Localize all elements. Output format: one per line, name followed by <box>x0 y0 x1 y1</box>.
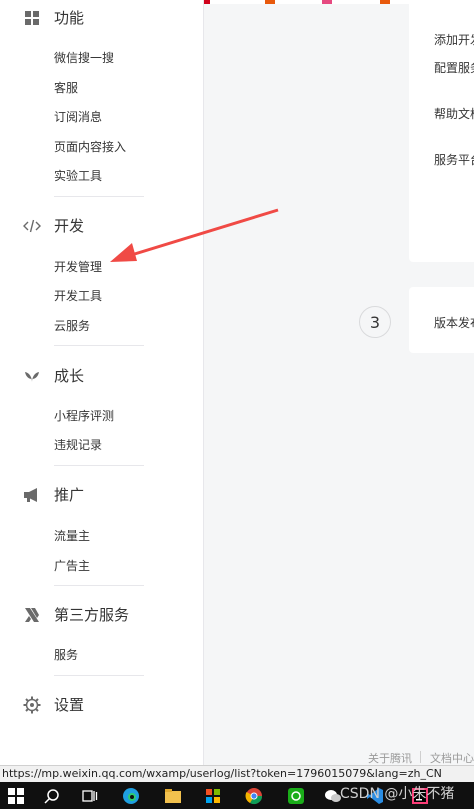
sidebar-item-traffic-owner[interactable]: 流量主 <box>54 527 90 544</box>
sidebar-item-experiment-tools[interactable]: 实验工具 <box>54 167 102 184</box>
divider <box>54 196 144 197</box>
sidebar-group-promotion[interactable]: 推广 <box>22 484 84 505</box>
step-number-badge: 3 <box>359 306 391 338</box>
sidebar-group-features[interactable]: 功能 <box>22 7 84 28</box>
sidebar-item-customer-service[interactable]: 客服 <box>54 79 78 96</box>
step-link-help-docs[interactable]: 帮助文档 <box>434 105 474 122</box>
sidebar-group-label: 第三方服务 <box>54 606 130 624</box>
sidebar-group-label: 设置 <box>54 696 85 714</box>
sidebar-group-label: 推广 <box>54 486 85 504</box>
watermark-text: CSDN @小朱不猪 <box>340 786 455 802</box>
wechat-devtools-icon[interactable] <box>286 786 306 806</box>
footer-divider <box>420 751 421 763</box>
gear-icon <box>22 695 42 715</box>
search-icon[interactable] <box>42 786 62 806</box>
step-link-config-service[interactable]: 配置服务 <box>434 59 474 76</box>
windows-start-icon[interactable] <box>6 786 26 806</box>
sidebar-group-third-party[interactable]: 第三方服务 <box>22 604 129 625</box>
browser-status-url: https://mp.weixin.qq.com/wxamp/userlog/l… <box>0 765 474 782</box>
footer-link-about[interactable]: 关于腾讯 <box>368 750 412 766</box>
divider <box>54 585 144 586</box>
sprout-icon <box>22 366 42 386</box>
sidebar-item-page-content-access[interactable]: 页面内容接入 <box>54 138 126 155</box>
grid-icon <box>22 8 42 28</box>
code-icon <box>22 216 42 236</box>
file-explorer-icon[interactable] <box>163 786 183 806</box>
sidebar: 功能 微信搜一搜 客服 订阅消息 页面内容接入 实验工具 开发 开发管理 开发工… <box>0 0 204 765</box>
sidebar-group-settings[interactable]: 设置 <box>22 694 84 715</box>
task-view-icon[interactable] <box>80 786 100 806</box>
divider <box>54 675 144 676</box>
megaphone-icon <box>22 485 42 505</box>
sidebar-item-wechat-search[interactable]: 微信搜一搜 <box>54 49 114 66</box>
chrome-icon[interactable] <box>244 786 264 806</box>
sidebar-group-growth[interactable]: 成长 <box>22 365 84 386</box>
sidebar-item-dev-tools[interactable]: 开发工具 <box>54 287 102 304</box>
divider <box>54 465 144 466</box>
divider <box>54 345 144 346</box>
edge-browser-icon[interactable] <box>121 786 141 806</box>
sidebar-item-violation-records[interactable]: 违规记录 <box>54 436 102 453</box>
sidebar-item-cloud-service[interactable]: 云服务 <box>54 317 90 334</box>
sidebar-group-develop[interactable]: 开发 <box>22 215 84 236</box>
sidebar-item-subscription-messages[interactable]: 订阅消息 <box>54 108 102 125</box>
sidebar-item-mini-program-review[interactable]: 小程序评测 <box>54 407 114 424</box>
sidebar-group-label: 功能 <box>54 9 85 27</box>
step-title-version-release[interactable]: 版本发布 <box>434 314 474 331</box>
sidebar-item-advertiser[interactable]: 广告主 <box>54 557 90 574</box>
store-icon[interactable] <box>203 786 223 806</box>
sidebar-group-label: 开发 <box>54 217 85 235</box>
sidebar-item-dev-management[interactable]: 开发管理 <box>54 258 102 275</box>
third-party-icon <box>22 605 42 625</box>
footer-link-docs[interactable]: 文档中心 <box>430 750 474 766</box>
step-link-add-developer[interactable]: 添加开发 <box>434 31 474 48</box>
sidebar-item-services[interactable]: 服务 <box>54 646 78 663</box>
sidebar-group-label: 成长 <box>54 367 85 385</box>
step-link-service-platform[interactable]: 服务平台 <box>434 151 474 168</box>
